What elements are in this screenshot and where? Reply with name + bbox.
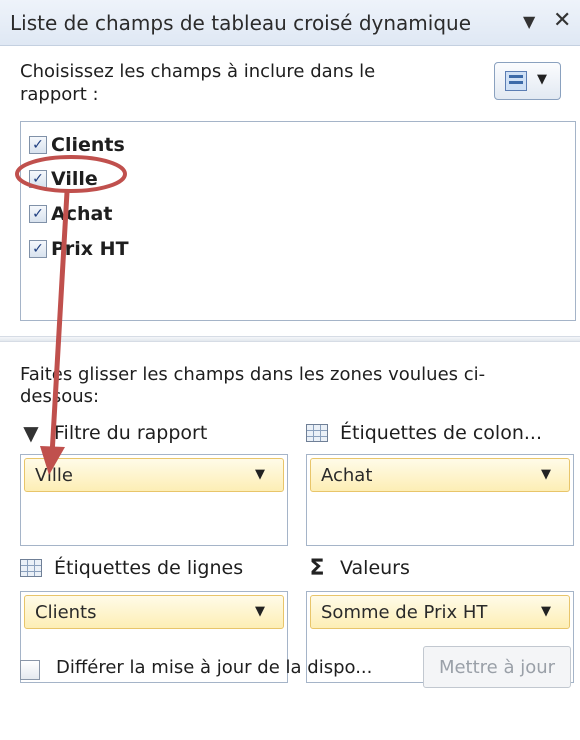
field-list-pane: Choisissez les champs à inclure dans le … — [0, 46, 580, 740]
checkbox-checked[interactable]: ✓ — [29, 205, 47, 223]
areas-instruction: Faites glisser les champs dans les zones… — [20, 364, 486, 407]
column-labels-field[interactable]: Achat ▼ — [310, 458, 570, 492]
row-labels-header: Étiquettes de lignes — [20, 554, 243, 582]
field-item-prix-ht[interactable]: ✓ Prix HT — [29, 236, 129, 262]
chip-label: Clients — [35, 601, 97, 623]
chevron-down-icon[interactable]: ▼ — [541, 467, 551, 482]
row-labels-field[interactable]: Clients ▼ — [24, 595, 284, 629]
field-label: Clients — [51, 134, 125, 156]
update-button[interactable]: Mettre à jour — [423, 646, 571, 688]
checkbox-checked[interactable]: ✓ — [29, 136, 47, 154]
chevron-down-icon[interactable]: ▼ — [255, 467, 265, 482]
panel-title: Liste de champs de tableau croisé dynami… — [10, 11, 471, 35]
column-labels-area[interactable]: Achat ▼ — [306, 454, 574, 546]
report-filter-area[interactable]: Ville ▼ — [20, 454, 288, 546]
chip-label: Somme de Prix HT — [321, 601, 488, 623]
filter-icon: ▼ — [23, 421, 39, 445]
column-labels-header: Étiquettes de colon... — [306, 419, 542, 447]
chooser-instruction: Choisissez les champs à inclure dans le … — [20, 61, 376, 105]
field-label: Prix HT — [51, 238, 129, 260]
row-labels-label: Étiquettes de lignes — [54, 557, 244, 579]
chip-label: Achat — [321, 464, 373, 486]
field-list-layout-icon — [505, 71, 527, 91]
pane-splitter[interactable] — [0, 336, 580, 342]
defer-update-label: Différer la mise à jour de la dispo... — [56, 657, 373, 678]
close-icon[interactable]: ✕ — [553, 8, 571, 33]
field-label: Ville — [51, 168, 98, 190]
grid-icon — [20, 559, 42, 577]
chevron-down-icon[interactable]: ▼ — [541, 604, 551, 619]
checkbox-checked[interactable]: ✓ — [29, 170, 47, 188]
field-item-ville[interactable]: ✓ Ville — [29, 166, 98, 192]
chevron-down-icon: ▼ — [537, 72, 547, 87]
field-list[interactable]: ✓ Clients ✓ Ville ✓ Achat ✓ Prix HT — [20, 121, 576, 321]
layout-options-button[interactable]: ▼ — [494, 62, 561, 100]
panel-title-bar: Liste de champs de tableau croisé dynami… — [0, 0, 580, 46]
chip-label: Ville — [35, 464, 73, 486]
sigma-icon: Σ — [309, 555, 325, 581]
field-item-achat[interactable]: ✓ Achat — [29, 201, 112, 227]
values-label: Valeurs — [340, 557, 410, 579]
defer-update-checkbox[interactable] — [20, 660, 40, 680]
chevron-down-icon[interactable]: ▼ — [255, 604, 265, 619]
report-filter-label: Filtre du rapport — [54, 422, 208, 444]
values-field[interactable]: Somme de Prix HT ▼ — [310, 595, 570, 629]
checkbox-checked[interactable]: ✓ — [29, 240, 47, 258]
chevron-down-icon[interactable]: ▼ — [523, 12, 535, 31]
field-item-clients[interactable]: ✓ Clients — [29, 132, 125, 158]
values-header: Σ Valeurs — [306, 554, 410, 582]
report-filter-header: ▼ Filtre du rapport — [20, 419, 207, 447]
grid-icon — [306, 424, 328, 442]
field-label: Achat — [51, 203, 113, 225]
column-labels-label: Étiquettes de colon... — [340, 422, 542, 444]
report-filter-field[interactable]: Ville ▼ — [24, 458, 284, 492]
